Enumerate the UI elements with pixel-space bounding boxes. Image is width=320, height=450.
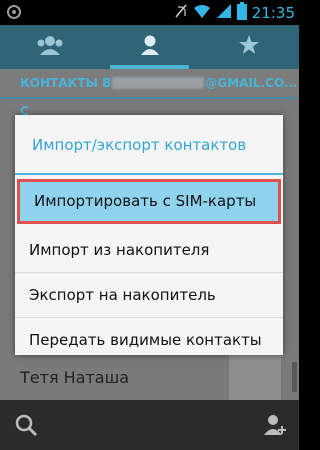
star-icon — [238, 34, 260, 60]
no-sim-icon — [174, 3, 188, 23]
person-icon — [140, 34, 160, 60]
tab-groups[interactable] — [0, 25, 100, 69]
android-debug-icon — [6, 4, 22, 20]
signal-icon — [216, 3, 232, 23]
status-icons: 21:35 — [174, 2, 295, 24]
account-header: КОНТАКТЫ В @GMAIL.CO... — [0, 69, 299, 99]
bottom-action-bar — [0, 400, 299, 450]
battery-icon — [236, 2, 247, 24]
status-bar: 21:35 — [0, 0, 299, 25]
import-from-sim-option[interactable]: Импортировать с SIM-карты — [17, 179, 281, 224]
scrollbar[interactable] — [292, 362, 297, 392]
share-visible-contacts-option[interactable]: Передать видимые контакты — [15, 318, 283, 363]
dialog-title: Импорт/экспорт контактов — [15, 115, 283, 175]
tab-favorites[interactable] — [199, 25, 299, 69]
export-to-storage-option[interactable]: Экспорт на накопитель — [15, 273, 283, 318]
add-contact-icon[interactable] — [261, 412, 287, 442]
redacted-email — [112, 77, 205, 89]
search-icon[interactable] — [14, 413, 38, 441]
account-suffix: @GMAIL.CO... — [205, 76, 298, 90]
wifi-icon — [193, 3, 211, 23]
import-export-dialog: Импорт/экспорт контактов Импортировать с… — [15, 115, 283, 355]
account-prefix: КОНТАКТЫ В — [20, 76, 112, 90]
tab-contacts[interactable] — [100, 25, 200, 69]
tab-bar — [0, 25, 299, 69]
clock: 21:35 — [251, 4, 295, 22]
import-from-storage-option[interactable]: Импорт из накопителя — [15, 228, 283, 273]
groups-icon — [35, 34, 65, 60]
